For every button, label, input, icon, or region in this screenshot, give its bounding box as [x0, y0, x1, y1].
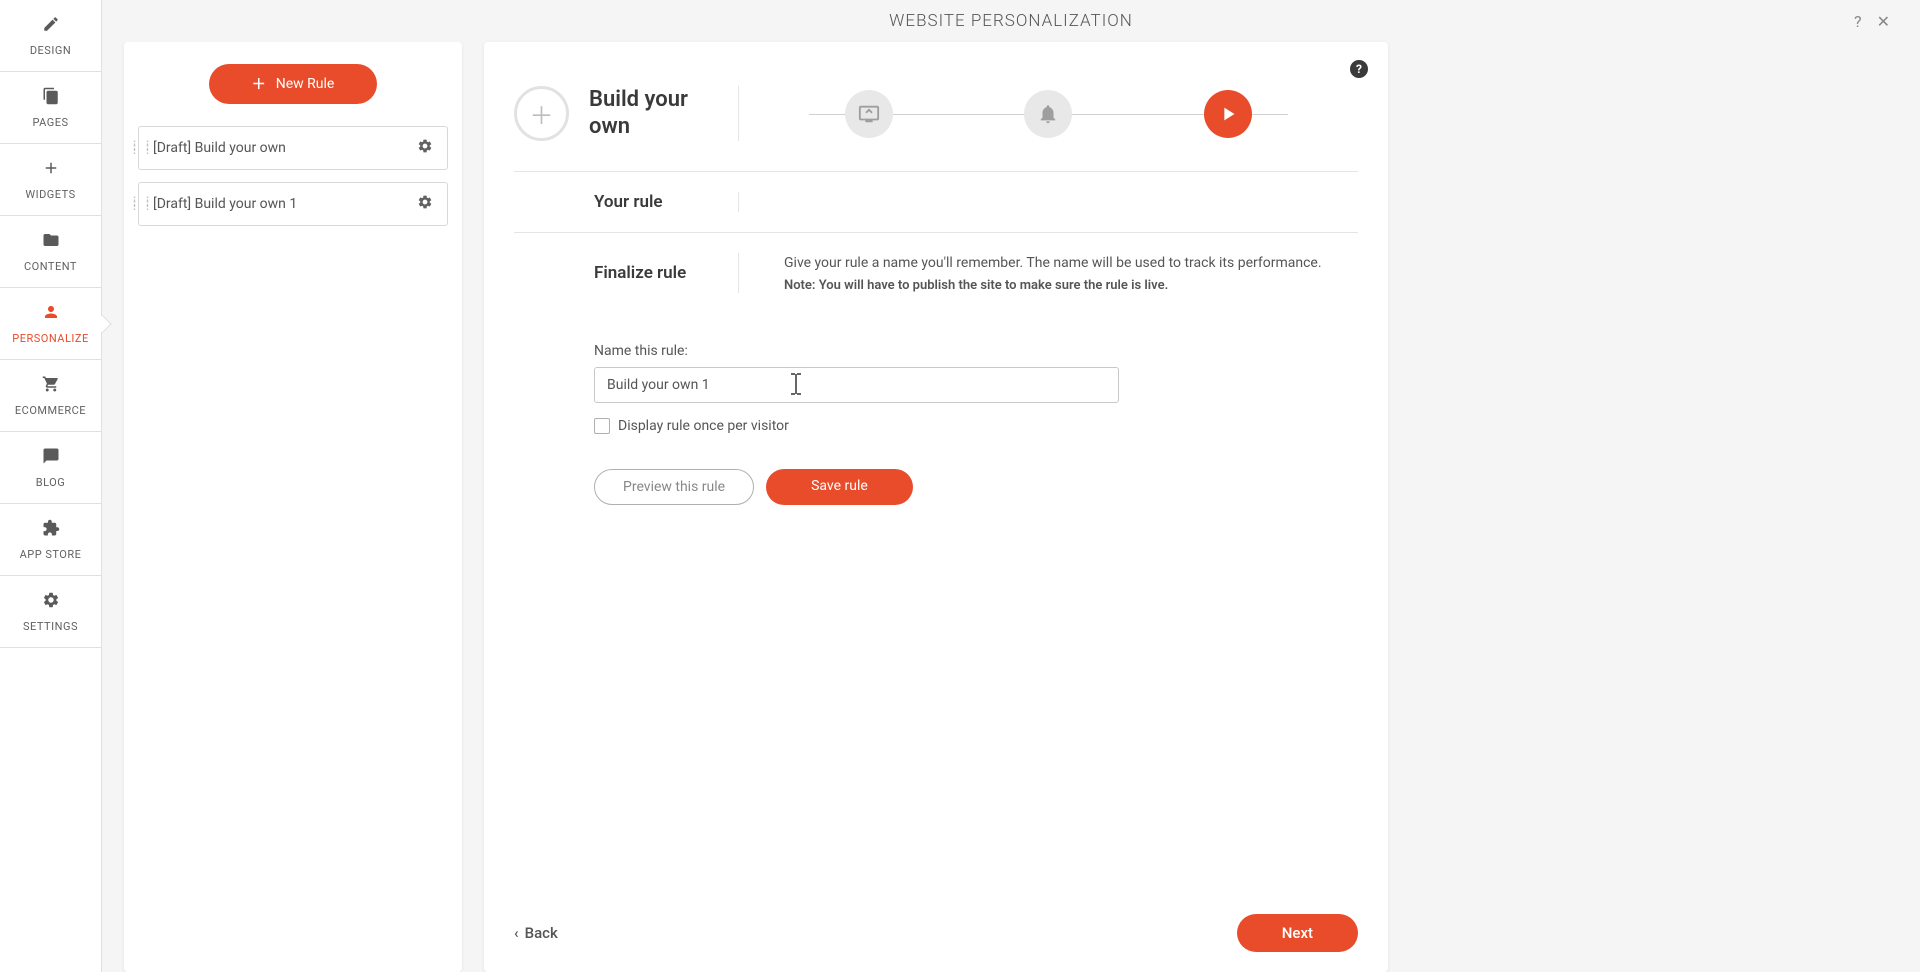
step-notification[interactable] [1024, 90, 1072, 138]
drag-handle-icon[interactable]: ⋮⋮⋮⋮ [128, 145, 154, 151]
checkbox-input[interactable] [594, 418, 610, 434]
preview-rule-button[interactable]: Preview this rule [594, 469, 754, 505]
gear-icon[interactable] [417, 138, 433, 158]
gear-icon [42, 590, 60, 614]
main-panel: ? ＋ Build your own [484, 42, 1388, 972]
sidebar-item-label: PAGES [32, 116, 68, 129]
header-title: WEBSITE PERSONALIZATION [889, 11, 1133, 31]
bell-icon [1037, 103, 1059, 125]
sidebar-item-label: PERSONALIZE [12, 332, 88, 345]
header-actions: ? ✕ [1854, 12, 1890, 31]
plus-icon: ＋ [252, 74, 266, 94]
help-icon[interactable]: ? [1854, 12, 1862, 31]
section-note: Note: You will have to publish the site … [784, 278, 1338, 293]
section-content [739, 192, 1358, 212]
folder-icon [42, 230, 60, 254]
sidebar-item-blog[interactable]: BLOG [0, 432, 101, 504]
step-trigger[interactable] [845, 90, 893, 138]
form-area: Name this rule: Display rule once per vi… [514, 313, 1358, 505]
chevron-left-icon: ‹ [514, 924, 519, 942]
new-rule-button[interactable]: ＋ New Rule [209, 64, 377, 104]
rules-panel: ＋ New Rule ⋮⋮⋮⋮ [Draft] Build your own ⋮… [124, 42, 462, 972]
plus-icon [42, 158, 60, 182]
sidebar-item-label: SETTINGS [23, 620, 78, 633]
plus-circle-icon: ＋ [514, 86, 569, 141]
sidebar-item-ecommerce[interactable]: ECOMMERCE [0, 360, 101, 432]
button-row: Preview this rule Save rule [594, 469, 1358, 505]
section-label-col: Your rule [514, 192, 739, 212]
wizard-steps [739, 90, 1358, 138]
sidebar-item-label: CONTENT [24, 260, 77, 273]
section-content: Give your rule a name you'll remember. T… [739, 253, 1358, 293]
sidebar-item-label: ECOMMERCE [15, 404, 86, 417]
monitor-icon [858, 103, 880, 125]
rule-name-input[interactable] [594, 367, 1119, 403]
save-rule-button[interactable]: Save rule [766, 469, 913, 505]
new-rule-label: New Rule [276, 76, 335, 92]
rule-list-item[interactable]: ⋮⋮⋮⋮ [Draft] Build your own [138, 126, 448, 170]
step-launch[interactable] [1204, 90, 1252, 138]
section-label: Your rule [594, 192, 663, 212]
section-label: Finalize rule [594, 263, 686, 283]
section-description: Give your rule a name you'll remember. T… [784, 253, 1338, 274]
sidebar-item-label: DESIGN [30, 44, 71, 57]
pencil-icon [42, 14, 60, 38]
person-icon [42, 302, 60, 326]
header: WEBSITE PERSONALIZATION ? ✕ [102, 0, 1920, 42]
puzzle-icon [42, 518, 60, 542]
rule-item-label: [Draft] Build your own [153, 140, 417, 156]
drag-handle-icon[interactable]: ⋮⋮⋮⋮ [128, 201, 154, 207]
sidebar-item-label: WIDGETS [25, 188, 75, 201]
back-button[interactable]: ‹ Back [514, 924, 558, 942]
content-row: ＋ New Rule ⋮⋮⋮⋮ [Draft] Build your own ⋮… [102, 42, 1920, 972]
sidebar-item-design[interactable]: DESIGN [0, 0, 101, 72]
wizard-header: ＋ Build your own [514, 62, 1358, 172]
rule-item-label: [Draft] Build your own 1 [153, 196, 417, 212]
cart-icon [42, 374, 60, 398]
name-rule-label: Name this rule: [594, 343, 1358, 359]
panel-footer: ‹ Back Next [514, 894, 1358, 952]
chat-icon [42, 446, 60, 470]
section-your-rule: Your rule [514, 172, 1358, 233]
section-finalize: Finalize rule Give your rule a name you'… [514, 233, 1358, 313]
sidebar-item-content[interactable]: CONTENT [0, 216, 101, 288]
sidebar-item-label: BLOG [36, 476, 66, 489]
main-area: WEBSITE PERSONALIZATION ? ✕ ＋ New Rule ⋮… [102, 0, 1920, 972]
help-icon[interactable]: ? [1350, 60, 1368, 78]
gear-icon[interactable] [417, 194, 433, 214]
wizard-title-section: ＋ Build your own [514, 86, 739, 141]
next-button[interactable]: Next [1237, 914, 1358, 952]
sidebar-item-label: APP STORE [20, 548, 82, 561]
checkbox-label: Display rule once per visitor [618, 418, 789, 434]
sidebar-navigation: DESIGN PAGES WIDGETS CONTENT PERSONALIZE… [0, 0, 102, 972]
rule-list-item[interactable]: ⋮⋮⋮⋮ [Draft] Build your own 1 [138, 182, 448, 226]
sidebar-item-settings[interactable]: SETTINGS [0, 576, 101, 648]
back-label: Back [525, 924, 558, 942]
sidebar-item-appstore[interactable]: APP STORE [0, 504, 101, 576]
play-icon [1217, 103, 1239, 125]
sidebar-item-personalize[interactable]: PERSONALIZE [0, 288, 101, 360]
wizard-title: Build your own [589, 87, 718, 140]
section-label-col: Finalize rule [514, 253, 739, 293]
sidebar-item-widgets[interactable]: WIDGETS [0, 144, 101, 216]
checkbox-row[interactable]: Display rule once per visitor [594, 418, 1358, 434]
close-icon[interactable]: ✕ [1877, 12, 1890, 31]
sidebar-item-pages[interactable]: PAGES [0, 72, 101, 144]
pages-icon [42, 86, 60, 110]
